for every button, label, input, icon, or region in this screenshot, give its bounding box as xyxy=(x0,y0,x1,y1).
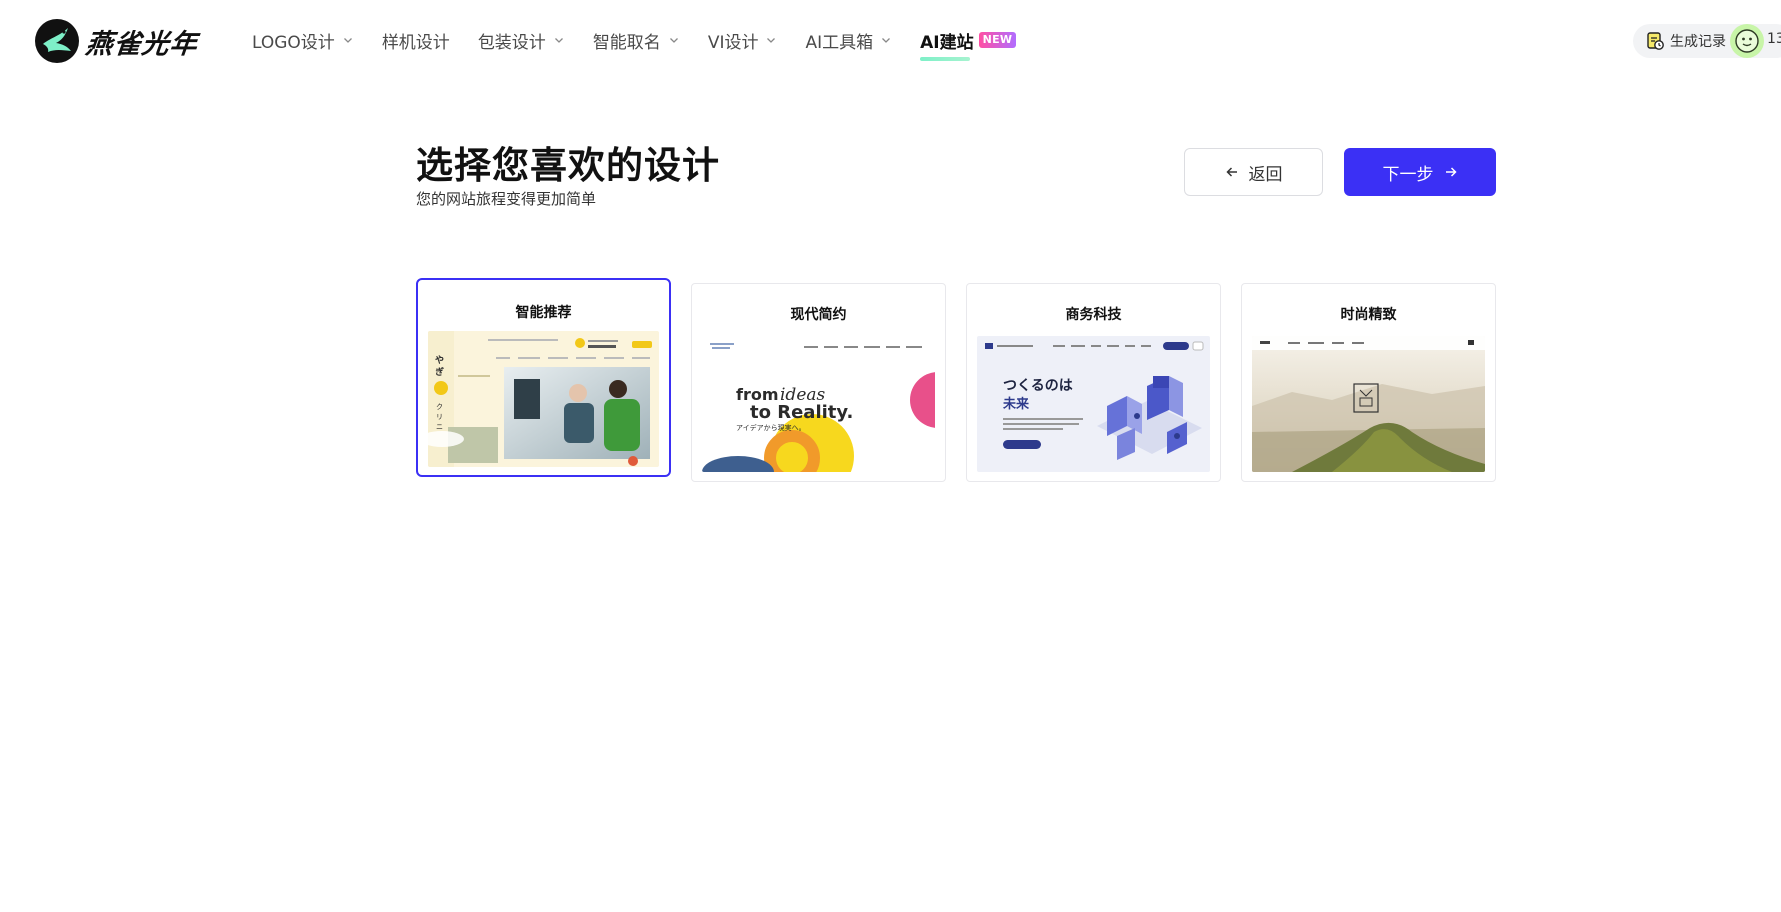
design-preview-image: つくるのは 未来 xyxy=(977,336,1210,472)
nav-item-label: 样机设计 xyxy=(381,32,450,53)
design-card-label: 时尚精致 xyxy=(1340,307,1397,323)
design-preview-image: や ぎ ク リ ニ xyxy=(428,331,659,467)
document-history-icon xyxy=(1647,32,1664,50)
nav-item-ai-website[interactable]: AI建站 NEW xyxy=(920,28,1017,61)
svg-text:ぎ: ぎ xyxy=(435,366,444,378)
nav-item-label: AI建站 xyxy=(920,32,974,53)
new-badge: NEW xyxy=(978,32,1017,48)
design-card-smart-recommend[interactable]: 智能推荐 や ぎ ク リ ニ xyxy=(416,278,671,477)
back-button[interactable]: 返回 xyxy=(1184,148,1323,196)
top-header: 燕雀光年 LOGO设计 样机设计 包装设计 智能取名 VI设计 AI工具箱 AI… xyxy=(0,0,1781,82)
svg-text:リ: リ xyxy=(436,413,443,421)
design-card-modern-minimal[interactable]: 现代简约 from ideas to Reality. アイデアから現実へ。 xyxy=(691,283,946,482)
chevron-down-icon xyxy=(767,38,776,43)
back-button-label: 返回 xyxy=(1248,164,1283,185)
nav-item-smart-naming[interactable]: 智能取名 xyxy=(592,28,680,53)
design-preview-image: from ideas to Reality. アイデアから現実へ。 xyxy=(702,336,935,472)
nav-item-label: 智能取名 xyxy=(592,32,661,53)
svg-text:や: や xyxy=(435,355,444,366)
smiley-avatar-icon xyxy=(1735,29,1759,53)
design-preview-image xyxy=(1252,336,1485,472)
chevron-down-icon xyxy=(882,38,891,43)
next-step-button[interactable]: 下一步 xyxy=(1344,148,1496,196)
design-card-business-tech[interactable]: 商务科技 つくるのは 未来 xyxy=(966,283,1221,482)
next-button-label: 下一步 xyxy=(1382,164,1434,185)
design-card-label: 智能推荐 xyxy=(515,305,572,321)
design-card-label: 商务科技 xyxy=(1065,307,1122,323)
nav-item-logo-design[interactable]: LOGO设计 xyxy=(252,28,354,53)
page-title: 选择您喜欢的设计 xyxy=(416,144,720,187)
arrow-left-icon xyxy=(1225,167,1237,177)
chevron-down-icon xyxy=(554,38,563,43)
hero-text-jp: アイデアから現実へ。 xyxy=(736,423,806,432)
svg-text:ニ: ニ xyxy=(436,423,443,431)
swallow-logo-icon xyxy=(35,19,79,63)
arrow-right-icon xyxy=(1445,167,1457,177)
history-label: 生成记录 xyxy=(1670,34,1726,50)
brand-logo[interactable]: 燕雀光年 xyxy=(34,18,200,64)
nav-item-ai-toolbox[interactable]: AI工具箱 xyxy=(805,28,892,53)
main-nav: LOGO设计 样机设计 包装设计 智能取名 VI设计 AI工具箱 AI建站 NE… xyxy=(252,28,1044,61)
nav-item-packaging-design[interactable]: 包装设计 xyxy=(477,28,565,53)
nav-item-mockup-design[interactable]: 样机设计 xyxy=(381,28,450,53)
hero-text-reality: to Reality. xyxy=(750,402,853,423)
hero-text-line1: つくるのは xyxy=(1003,378,1073,394)
nav-item-label: AI工具箱 xyxy=(805,32,874,53)
design-options: 智能推荐 や ぎ ク リ ニ 现代简约 from ideas to Realit… xyxy=(416,277,1496,482)
chevron-down-icon xyxy=(343,38,352,43)
design-card-label: 现代简约 xyxy=(790,307,847,323)
nav-item-label: VI设计 xyxy=(707,32,759,53)
nav-item-vi-design[interactable]: VI设计 xyxy=(707,28,778,53)
page-subtitle: 您的网站旅程变得更加简单 xyxy=(416,190,597,208)
chevron-down-icon xyxy=(669,38,678,43)
user-id-fragment: 13 xyxy=(1767,31,1781,47)
nav-item-label: LOGO设计 xyxy=(252,32,335,53)
design-card-fashion-refined[interactable]: 时尚精致 xyxy=(1241,283,1496,482)
nav-item-label: 包装设计 xyxy=(477,32,546,53)
svg-text:ク: ク xyxy=(436,403,443,411)
brand-name: 燕雀光年 xyxy=(84,28,200,60)
avatar[interactable] xyxy=(1730,24,1764,58)
hero-text-line2: 未来 xyxy=(1002,396,1030,412)
